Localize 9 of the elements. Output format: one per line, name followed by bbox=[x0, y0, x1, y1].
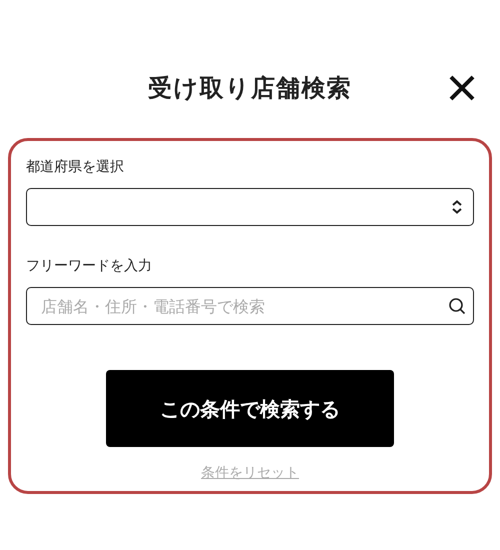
search-icon bbox=[448, 297, 466, 315]
search-button[interactable]: この条件で検索する bbox=[106, 370, 394, 447]
prefecture-label: 都道府県を選択 bbox=[26, 158, 125, 177]
prefecture-select[interactable] bbox=[26, 188, 474, 226]
close-icon bbox=[448, 74, 476, 102]
chevron-up-down-icon bbox=[451, 200, 463, 214]
freeword-field[interactable]: 店舗名・住所・電話番号で検索 bbox=[26, 287, 474, 325]
freeword-label: フリーワードを入力 bbox=[26, 257, 153, 276]
dialog-title: 受け取り店舗検索 bbox=[148, 73, 352, 104]
